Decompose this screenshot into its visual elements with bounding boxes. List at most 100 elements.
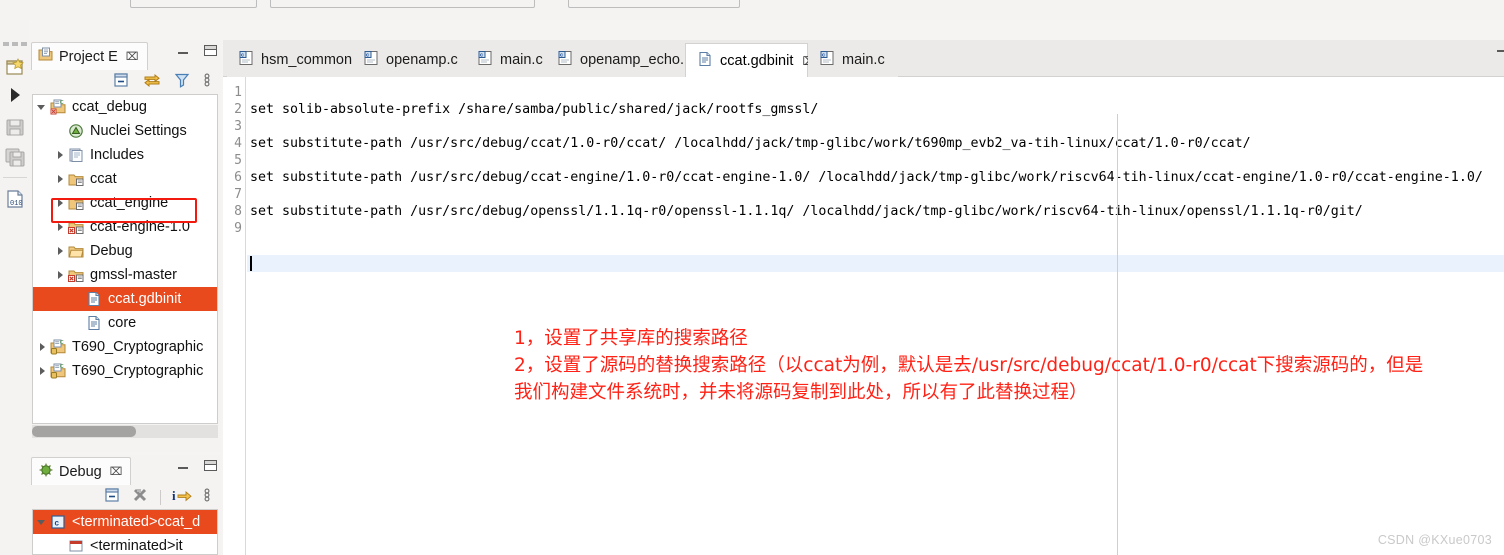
eclipse-ide-window: 010 Project E ⌧ C ccat_debug Nuclei Sett…: [0, 0, 1504, 555]
tree-row-label: Debug: [90, 243, 133, 259]
project-explorer-view: Project E ⌧ C ccat_debug Nuclei Settings…: [29, 40, 221, 452]
close-icon[interactable]: ⌧: [126, 50, 139, 63]
svg-text:c: c: [55, 519, 60, 528]
chevron-right-icon[interactable]: [55, 222, 66, 233]
chevron-right-icon[interactable]: [37, 366, 48, 377]
view-menu-icon[interactable]: [203, 72, 211, 93]
c-header-icon: c: [557, 50, 574, 70]
debug-tree[interactable]: c <terminated>ccat_d <terminated>it: [32, 509, 218, 555]
tree-row[interactable]: <terminated>it: [33, 534, 217, 554]
editor-tab-ccat-gdbinit[interactable]: ccat.gdbinit⌧: [685, 43, 816, 77]
line-number: 3: [234, 119, 242, 134]
chevron-right-icon[interactable]: [55, 198, 66, 209]
editor-tab-label: hsm_common.h: [261, 52, 365, 68]
svg-text:c: c: [366, 53, 369, 59]
tree-row-label: T690_Cryptographic: [72, 363, 204, 379]
nuclei-settings-icon: [68, 123, 86, 139]
editor-tab-main-c[interactable]: c main.c: [466, 43, 546, 77]
collapse-all-icon[interactable]: [105, 487, 121, 508]
minimize-view-button[interactable]: [177, 460, 190, 471]
link-with-editor-icon[interactable]: [143, 72, 161, 93]
svg-text:C: C: [60, 100, 64, 106]
chevron-right-icon[interactable]: [55, 174, 66, 185]
tree-row[interactable]: Includes: [33, 143, 217, 167]
file-icon: [86, 291, 104, 307]
tree-row-label: T690_Cryptographic: [72, 339, 204, 355]
new-file-icon[interactable]: [4, 56, 26, 78]
tree-row[interactable]: ccat: [33, 167, 217, 191]
project-explorer-tab-label: Project E: [59, 48, 118, 65]
debug-view: Debug ⌧ i c <terminated>ccat_d <terminat…: [29, 455, 221, 555]
line-number: 7: [234, 187, 242, 202]
show-debug-info-icon[interactable]: i: [172, 487, 192, 508]
tab-debug[interactable]: Debug ⌧: [31, 457, 132, 485]
tree-row[interactable]: C ccat_debug: [33, 95, 217, 119]
editor-tab-openamp-c[interactable]: c openamp.c: [352, 43, 466, 77]
chevron-right-icon[interactable]: [55, 270, 66, 281]
editor-tab-hsm-common-h[interactable]: c hsm_common.h: [227, 43, 364, 77]
tree-row[interactable]: Nuclei Settings: [33, 119, 217, 143]
includes-icon: [68, 147, 86, 163]
maximize-view-button[interactable]: [204, 460, 217, 471]
save-all-icon[interactable]: [4, 146, 26, 168]
chevron-right-icon[interactable]: [55, 150, 66, 161]
tree-row[interactable]: C T690_Cryptographic: [33, 359, 217, 383]
toolbar-group-3[interactable]: [568, 0, 740, 8]
main-toolbar-strip: [0, 0, 1504, 20]
tree-row[interactable]: Debug: [33, 239, 217, 263]
tree-row-label: ccat_debug: [72, 99, 147, 115]
editor-tabrow: c hsm_common.h c openamp.c c main.c c op…: [223, 40, 1504, 77]
text-editor[interactable]: 1 2 3 4 5 6 7 8 9 set solib-absolute-prefix /sha…: [223, 77, 1504, 555]
chevron-down-icon[interactable]: [37, 517, 48, 528]
excluded-folder-icon: [68, 267, 86, 283]
tree-row[interactable]: C T690_Cryptographic: [33, 335, 217, 359]
maximize-view-button[interactable]: [204, 45, 217, 56]
editor-tab-openamp-echo-h[interactable]: c openamp_echo.h: [546, 43, 692, 77]
collapse-all-icon[interactable]: [114, 72, 130, 93]
file-icon: [86, 315, 104, 331]
code-line[interactable]: set substitute-path /usr/src/debug/opens…: [250, 204, 1363, 219]
debug-view-tabrow: Debug ⌧: [29, 455, 221, 485]
tree-row[interactable]: ccat-engine-1.0: [33, 215, 217, 239]
project-tree-hscrollbar-thumb[interactable]: [32, 426, 136, 437]
toolbar-group-1[interactable]: [130, 0, 257, 8]
code-line[interactable]: set substitute-path /usr/src/debug/ccat-…: [250, 170, 1483, 185]
view-menu-icon[interactable]: [203, 487, 211, 508]
editor-tab-main-c[interactable]: c main.c: [808, 43, 898, 77]
tree-row[interactable]: ccat_engine: [33, 191, 217, 215]
launch-config-icon: c: [50, 514, 68, 530]
run-arrow-icon[interactable]: [4, 84, 26, 106]
editor-tab-label: openamp.c: [386, 52, 458, 68]
filter-icon[interactable]: [174, 72, 190, 93]
tree-row[interactable]: c <terminated>ccat_d: [33, 510, 217, 534]
editor-area: c hsm_common.h c openamp.c c main.c c op…: [223, 40, 1504, 555]
editor-tab-label: ccat.gdbinit: [720, 52, 794, 69]
project-tree[interactable]: C ccat_debug Nuclei Settings Includes cc…: [32, 94, 218, 424]
minimize-view-button[interactable]: [177, 45, 190, 56]
tree-row[interactable]: gmssl-master: [33, 263, 217, 287]
close-icon[interactable]: ⌧: [110, 465, 123, 478]
c-header-icon: c: [238, 50, 255, 70]
text-caret: [250, 256, 252, 271]
toolbar-group-2[interactable]: [270, 0, 535, 8]
code-line[interactable]: set substitute-path /usr/src/debug/ccat/…: [250, 136, 1251, 151]
rail-drag-handle[interactable]: [3, 42, 27, 46]
tree-row-label: Nuclei Settings: [90, 123, 187, 139]
chevron-down-icon[interactable]: [37, 102, 48, 113]
chevron-right-icon[interactable]: [37, 342, 48, 353]
tab-project-explorer[interactable]: Project E ⌧: [31, 42, 148, 70]
save-icon[interactable]: [4, 116, 26, 138]
tree-row-label: <terminated>ccat_d: [72, 514, 201, 530]
source-folder-icon: [68, 171, 86, 187]
tree-row[interactable]: ccat.gdbinit: [33, 287, 217, 311]
svg-text:010: 010: [10, 200, 23, 208]
chevron-right-icon[interactable]: [55, 246, 66, 257]
code-line[interactable]: set solib-absolute-prefix /share/samba/p…: [250, 102, 818, 117]
tree-row-label: <terminated>it: [90, 538, 183, 554]
remove-all-terminated-icon[interactable]: [132, 487, 149, 508]
binary-file-icon[interactable]: 010: [4, 188, 26, 210]
tree-row[interactable]: core: [33, 311, 217, 335]
